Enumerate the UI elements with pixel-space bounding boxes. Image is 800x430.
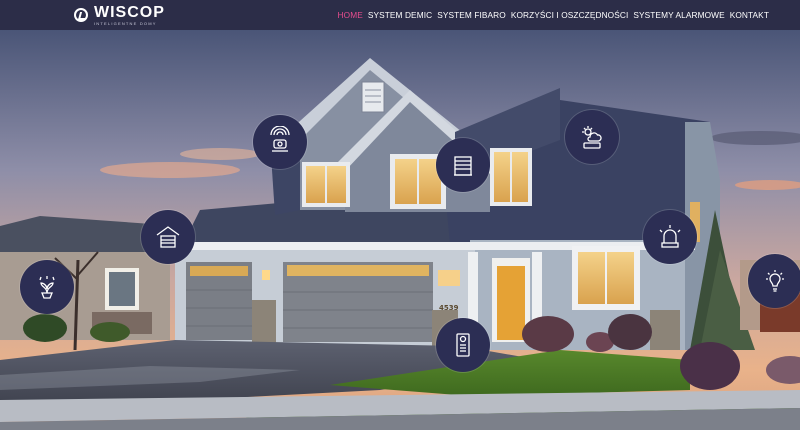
feature-garden-irrigation[interactable]: [20, 260, 74, 314]
weather-station-icon: [582, 126, 602, 149]
hero-banner: 4539: [0, 30, 800, 430]
smart-bulb-icon: [766, 270, 784, 292]
feature-smart-bulb[interactable]: [748, 254, 800, 308]
nav-systemy-alarmowe[interactable]: SYSTEMY ALARMOWE: [633, 10, 724, 20]
house-number-plate: 4539: [439, 304, 459, 312]
brand-name: WISCOP: [94, 3, 165, 21]
top-navbar: WISCOP INTELIGENTNE DOMY HOME SYSTEM DEM…: [0, 0, 800, 30]
nav-kontakt[interactable]: KONTAKT: [730, 10, 769, 20]
nav-home[interactable]: HOME: [338, 10, 363, 20]
feature-weather-station[interactable]: [565, 110, 619, 164]
alarm-siren-icon: [659, 225, 681, 248]
garden-irrigation-icon: [39, 276, 55, 299]
brand-tagline: INTELIGENTNE DOMY: [94, 20, 157, 26]
nav-korzysci[interactable]: KORZYŚCI I OSZCZĘDNOŚCI: [511, 10, 629, 20]
feature-security-camera[interactable]: [253, 115, 307, 169]
feature-radiator[interactable]: [436, 138, 490, 192]
video-intercom-icon: [456, 333, 470, 357]
nav-system-fibaro[interactable]: SYSTEM FIBARO: [437, 10, 506, 20]
feature-video-intercom[interactable]: [436, 318, 490, 372]
nav-system-demic[interactable]: SYSTEM DEMIC: [368, 10, 432, 20]
main-menu: HOME SYSTEM DEMIC SYSTEM FIBARO KORZYŚCI…: [333, 0, 769, 30]
feature-garage-door[interactable]: [141, 210, 195, 264]
garage-door-icon: [156, 226, 180, 248]
security-camera-icon: [270, 126, 290, 152]
radiator-icon: [454, 156, 472, 176]
logo-mark-icon: [74, 8, 88, 22]
brand-logo[interactable]: WISCOP INTELIGENTNE DOMY: [74, 4, 165, 26]
feature-alarm-siren[interactable]: [643, 210, 697, 264]
